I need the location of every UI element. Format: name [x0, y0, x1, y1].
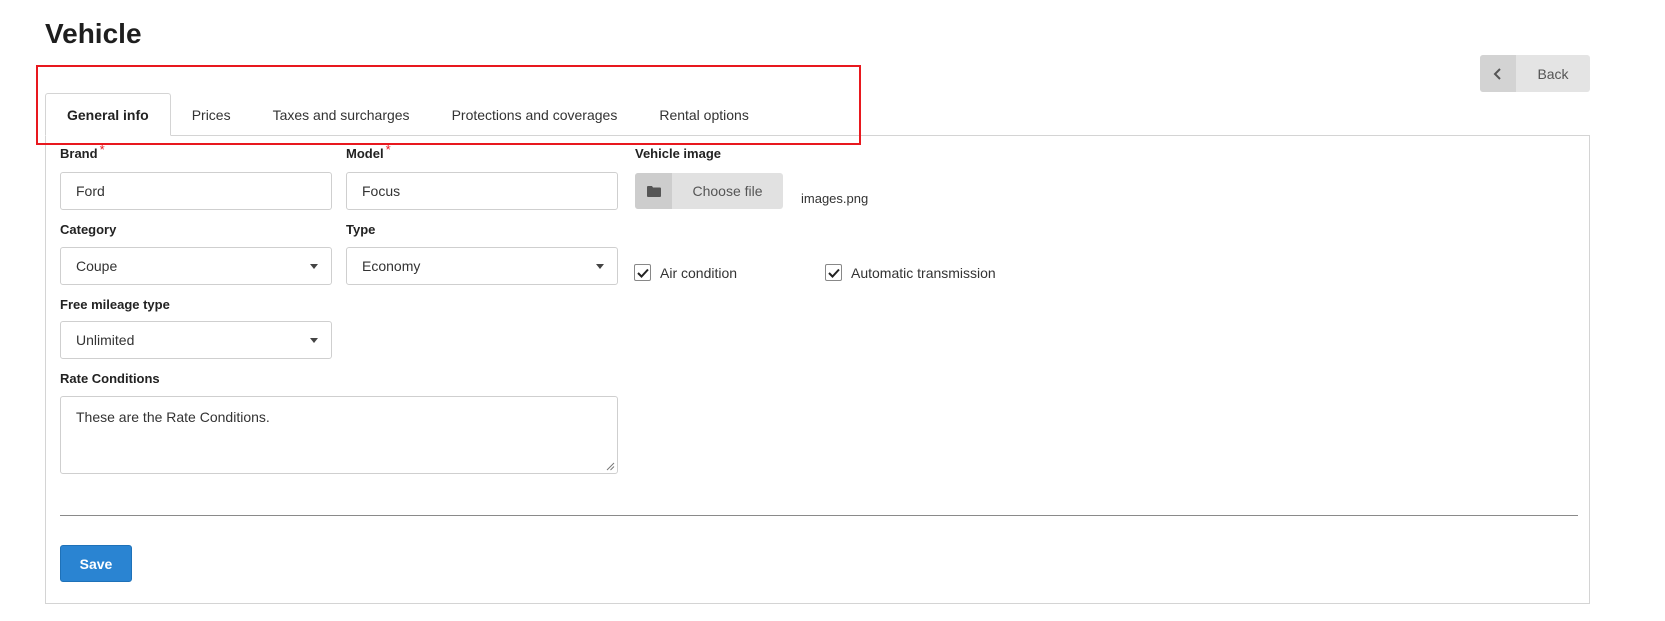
required-mark: * [99, 142, 105, 157]
save-button[interactable]: Save [60, 545, 132, 582]
brand-label-text: Brand [60, 146, 98, 161]
type-selected-value: Economy [362, 258, 421, 274]
tab-protections-and-coverages[interactable]: Protections and coverages [431, 93, 639, 136]
free-mileage-type-label: Free mileage type [60, 297, 170, 312]
caret-down-icon [310, 264, 318, 269]
category-select[interactable]: Coupe [60, 247, 332, 285]
model-label-text: Model [346, 146, 384, 161]
rate-conditions-label: Rate Conditions [60, 371, 160, 386]
model-label: Model * [346, 142, 391, 161]
type-label: Type [346, 222, 376, 237]
rate-conditions-value: These are the Rate Conditions. [76, 409, 270, 425]
tab-rental-options[interactable]: Rental options [638, 93, 770, 136]
back-button[interactable]: Back [1480, 55, 1590, 92]
choose-file-label: Choose file [692, 183, 763, 199]
model-input[interactable]: Focus [346, 172, 618, 210]
category-label: Category [60, 222, 117, 237]
tab-prices[interactable]: Prices [171, 93, 252, 136]
automatic-transmission-label: Automatic transmission [851, 264, 996, 281]
free-mileage-type-select[interactable]: Unlimited [60, 321, 332, 359]
air-condition-checkbox[interactable]: Air condition [634, 264, 737, 281]
page-title: Vehicle [45, 18, 142, 49]
choose-file-button[interactable]: Choose file [635, 173, 783, 209]
rate-conditions-textarea[interactable]: These are the Rate Conditions. [60, 396, 618, 474]
vehicle-image-label: Vehicle image [635, 146, 721, 161]
free-mileage-type-selected-value: Unlimited [76, 332, 135, 348]
type-select[interactable]: Economy [346, 247, 618, 285]
selected-file-name: images.png [801, 191, 869, 206]
tab-general-info[interactable]: General info [45, 93, 171, 136]
resize-handle-icon[interactable] [606, 462, 615, 471]
caret-down-icon [310, 338, 318, 343]
tab-bar: General info Prices Taxes and surcharges… [45, 93, 770, 136]
tab-taxes-and-surcharges[interactable]: Taxes and surcharges [252, 93, 431, 136]
brand-label: Brand * [60, 142, 105, 161]
form-divider [60, 515, 1578, 516]
caret-down-icon [596, 264, 604, 269]
category-selected-value: Coupe [76, 258, 118, 274]
folder-icon [635, 173, 672, 209]
back-label: Back [1537, 65, 1569, 82]
automatic-transmission-checkbox[interactable]: Automatic transmission [825, 264, 996, 281]
required-mark: * [385, 142, 391, 157]
chevron-left-icon [1480, 55, 1516, 92]
brand-input[interactable]: Ford [60, 172, 332, 210]
checkmark-icon [634, 264, 651, 281]
checkmark-icon [825, 264, 842, 281]
air-condition-label: Air condition [660, 264, 738, 281]
